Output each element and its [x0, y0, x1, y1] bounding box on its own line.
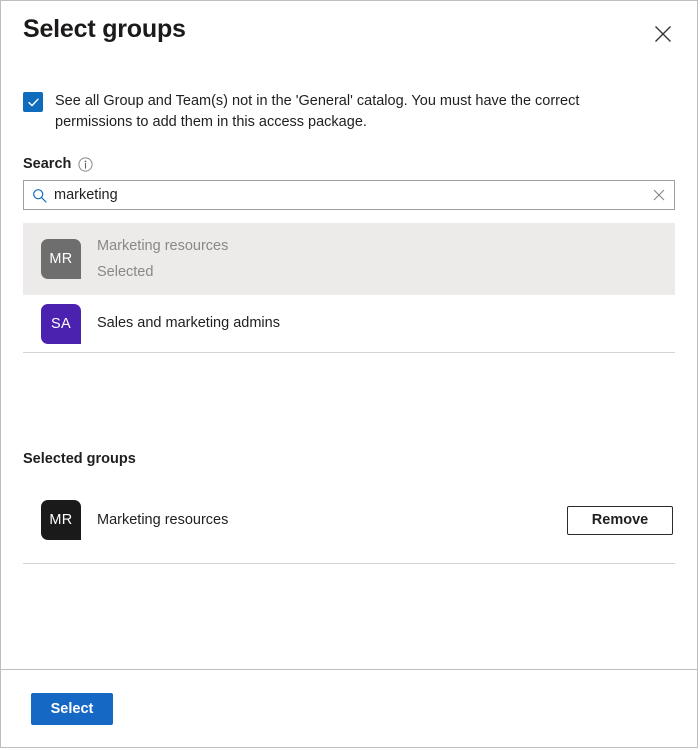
search-label-row: Search — [23, 156, 675, 172]
avatar: MR — [41, 239, 81, 279]
dialog-body: See all Group and Team(s) not in the 'Ge… — [1, 69, 697, 669]
clear-search-button[interactable] — [644, 181, 674, 209]
selected-groups-section: Selected groups MR Marketing resources R… — [23, 451, 675, 564]
search-results-list: MR Marketing resources Selected SA Sales… — [23, 223, 675, 353]
select-button[interactable]: Select — [31, 693, 113, 725]
result-row-sales-and-marketing-admins[interactable]: SA Sales and marketing admins — [23, 295, 675, 352]
checkmark-icon — [27, 96, 40, 109]
dialog-header: Select groups — [1, 1, 697, 69]
page-title: Select groups — [23, 15, 186, 44]
result-title: Sales and marketing admins — [97, 313, 280, 334]
search-field[interactable] — [23, 180, 675, 210]
search-label: Search — [23, 156, 71, 172]
result-status: Selected — [97, 262, 228, 283]
result-row-marketing-resources: MR Marketing resources Selected — [23, 223, 675, 295]
selected-groups-divider — [23, 563, 675, 564]
results-divider — [23, 352, 675, 353]
see-all-groups-label: See all Group and Team(s) not in the 'Ge… — [55, 91, 627, 133]
see-all-groups-checkbox[interactable] — [23, 92, 43, 112]
close-icon — [654, 25, 672, 43]
selected-group-name: Marketing resources — [97, 512, 567, 528]
select-groups-dialog: Select groups See all Group and Team(s) … — [0, 0, 698, 748]
selected-groups-heading: Selected groups — [23, 451, 675, 467]
clear-icon — [653, 189, 665, 201]
result-text: Sales and marketing admins — [97, 313, 280, 334]
avatar: SA — [41, 304, 81, 344]
selected-group-row: MR Marketing resources Remove — [23, 495, 675, 545]
result-title: Marketing resources — [97, 236, 228, 257]
avatar: MR — [41, 500, 81, 540]
search-input[interactable] — [54, 181, 644, 209]
info-icon[interactable] — [78, 157, 93, 172]
remove-button[interactable]: Remove — [567, 506, 673, 535]
see-all-groups-checkbox-row[interactable]: See all Group and Team(s) not in the 'Ge… — [23, 91, 675, 133]
search-icon — [24, 188, 54, 203]
result-text: Marketing resources Selected — [97, 236, 228, 283]
dialog-footer: Select — [1, 669, 697, 747]
search-section: Search — [23, 156, 675, 210]
close-button[interactable] — [647, 18, 679, 50]
